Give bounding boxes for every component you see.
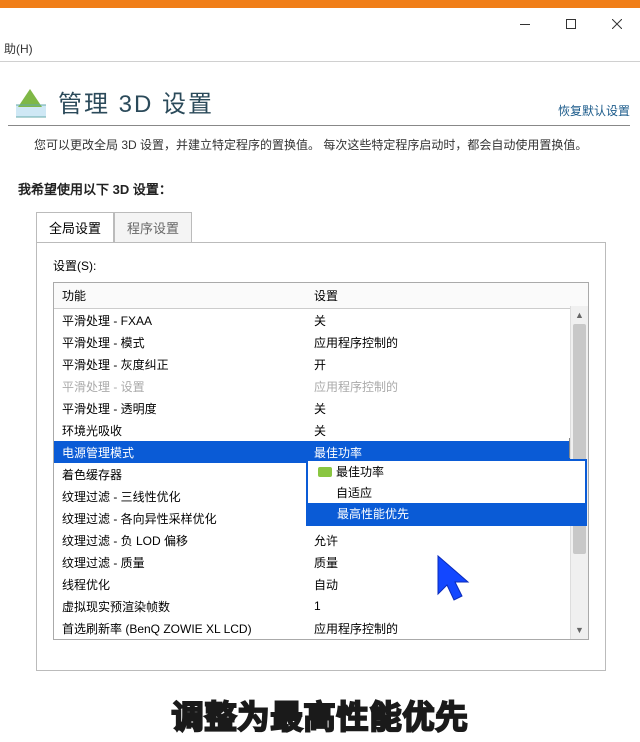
tab-body: 设置(S): 功能 设置 平滑处理 - FXAA关平滑处理 - 模式应用程序控制… — [36, 242, 606, 671]
table-row[interactable]: 平滑处理 - 设置应用程序控制的 — [54, 375, 588, 397]
section-label: 我希望使用以下 3D 设置： — [18, 179, 630, 198]
setting-cell: 应用程序控制的 — [306, 334, 588, 351]
feature-cell: 纹理过滤 - 各向异性采样优化 — [54, 510, 306, 527]
dropdown-option[interactable]: 自适应 — [308, 482, 585, 503]
table-row[interactable]: 纹理过滤 - 质量质量 — [54, 551, 588, 573]
setting-cell: 关 — [306, 422, 588, 439]
setting-cell: 应用程序控制的 — [306, 620, 588, 637]
maximize-button[interactable] — [548, 8, 594, 40]
table-row[interactable]: 环境光吸收关 — [54, 419, 588, 441]
scroll-down-icon[interactable]: ▼ — [571, 621, 588, 639]
dropdown-option[interactable]: 最佳功率 — [308, 461, 585, 482]
feature-cell: 电源管理模式 — [54, 444, 306, 461]
tab-global[interactable]: 全局设置 — [36, 212, 114, 242]
table-row[interactable]: 虚拟现实预渲染帧数1 — [54, 595, 588, 617]
app-window: 助(H) 管理 3D 设置 恢复默认设置 您可以更改全局 3D 设置，并建立特定… — [0, 8, 640, 742]
video-caption: 调整为最高性能优先 — [0, 686, 640, 742]
tabs: 全局设置 程序设置 — [36, 212, 606, 242]
menu-help[interactable]: 助(H) — [4, 40, 33, 57]
setting-cell: 最佳功率 — [306, 444, 588, 461]
caption-text: 调整为最高性能优先 — [171, 699, 468, 735]
feature-cell: 首选刷新率 (BenQ ZOWIE XL LCD) — [54, 620, 306, 637]
dropdown-option[interactable]: 最高性能优先 — [308, 503, 585, 524]
titlebar — [0, 8, 640, 40]
setting-cell: 关 — [306, 400, 588, 417]
table-row[interactable]: 纹理过滤 - 负 LOD 偏移允许 — [54, 529, 588, 551]
grid-header: 功能 设置 — [54, 283, 588, 309]
table-row[interactable]: 平滑处理 - 模式应用程序控制的 — [54, 331, 588, 353]
feature-cell: 着色缓存器 — [54, 466, 306, 483]
table-row[interactable]: 平滑处理 - FXAA关 — [54, 309, 588, 331]
table-row[interactable]: 平滑处理 - 灰度纠正开 — [54, 353, 588, 375]
menubar: 助(H) — [0, 40, 640, 62]
col-feature: 功能 — [54, 283, 306, 308]
setting-cell: 自动 — [306, 576, 588, 593]
feature-cell: 平滑处理 - 模式 — [54, 334, 306, 351]
feature-cell: 环境光吸收 — [54, 422, 306, 439]
close-button[interactable] — [594, 8, 640, 40]
power-mode-dropdown: 最佳功率自适应最高性能优先 — [306, 459, 587, 526]
page-header: 管理 3D 设置 恢复默认设置 — [8, 84, 630, 126]
setting-cell: 1 — [306, 599, 588, 613]
feature-cell: 纹理过滤 - 质量 — [54, 554, 306, 571]
table-row[interactable]: 首选刷新率 (BenQ ZOWIE XL LCD)应用程序控制的 — [54, 617, 588, 639]
feature-cell: 平滑处理 - 设置 — [54, 378, 306, 395]
feature-cell: 纹理过滤 - 负 LOD 偏移 — [54, 532, 306, 549]
col-setting: 设置 — [306, 283, 588, 308]
page-description: 您可以更改全局 3D 设置，并建立特定程序的置换值。 每次这些特定程序启动时，都… — [34, 136, 608, 155]
feature-cell: 平滑处理 - 灰度纠正 — [54, 356, 306, 373]
restore-defaults-link[interactable]: 恢复默认设置 — [558, 102, 630, 119]
feature-cell: 线程优化 — [54, 576, 306, 593]
setting-cell: 开 — [306, 356, 588, 373]
settings-label: 设置(S): — [53, 257, 589, 274]
table-row[interactable]: 平滑处理 - 透明度关 — [54, 397, 588, 419]
setting-cell: 质量 — [306, 554, 588, 571]
tab-program[interactable]: 程序设置 — [114, 212, 192, 242]
scroll-up-icon[interactable]: ▲ — [571, 306, 588, 324]
setting-cell: 允许 — [306, 532, 588, 549]
minimize-button[interactable] — [502, 8, 548, 40]
setting-cell: 应用程序控制的 — [306, 378, 588, 395]
page-title: 管理 3D 设置 — [58, 84, 214, 119]
feature-cell: 平滑处理 - FXAA — [54, 312, 306, 329]
content-area: 管理 3D 设置 恢复默认设置 您可以更改全局 3D 设置，并建立特定程序的置换… — [0, 62, 640, 677]
settings-grid: 功能 设置 平滑处理 - FXAA关平滑处理 - 模式应用程序控制的平滑处理 -… — [53, 282, 589, 640]
table-row[interactable]: 线程优化自动 — [54, 573, 588, 595]
feature-cell: 平滑处理 - 透明度 — [54, 400, 306, 417]
nvidia-3d-icon — [14, 85, 48, 119]
feature-cell: 纹理过滤 - 三线性优化 — [54, 488, 306, 505]
setting-cell: 关 — [306, 312, 588, 329]
feature-cell: 虚拟现实预渲染帧数 — [54, 598, 306, 615]
